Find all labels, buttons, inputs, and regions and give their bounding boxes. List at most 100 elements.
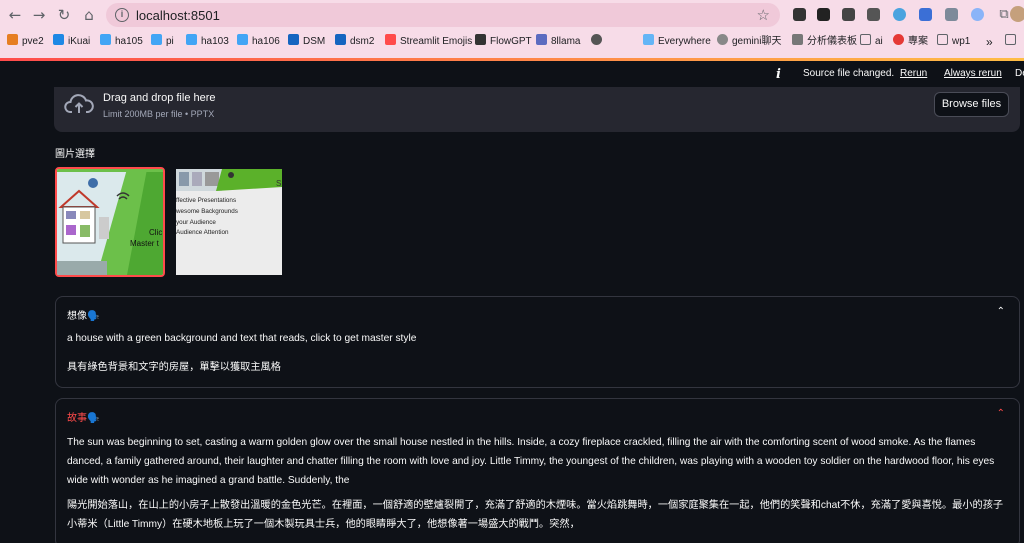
status-message: Source file changed. bbox=[803, 68, 895, 79]
bookmark-item[interactable] bbox=[591, 34, 606, 50]
home-icon[interactable]: ⌂ bbox=[78, 5, 100, 25]
thumb-text: ffective Presentations bbox=[176, 197, 237, 204]
bookmark-star-icon[interactable]: ☆ bbox=[757, 6, 770, 24]
bookmark-item[interactable]: DSM bbox=[288, 34, 325, 50]
profile-avatar[interactable] bbox=[1010, 6, 1024, 22]
expander-title[interactable]: 故事🗣️ bbox=[67, 409, 99, 424]
bookmark-item[interactable]: dsm2 bbox=[335, 34, 374, 50]
bookmark-label: ai bbox=[875, 36, 883, 47]
bookmark-label: 專案 bbox=[908, 36, 928, 47]
image-option-selected[interactable]: Clic Master t bbox=[55, 167, 165, 277]
bookmark-label: ha106 bbox=[252, 36, 280, 47]
bookmark-label: wp1 bbox=[952, 36, 971, 47]
story-english: The sun was beginning to set, casting a … bbox=[67, 437, 995, 486]
bookmark-item[interactable]: iKuai bbox=[53, 34, 90, 50]
extension-icon[interactable] bbox=[945, 8, 958, 21]
bookmark-item[interactable]: Everywhere bbox=[643, 34, 711, 50]
bookmark-label: pi bbox=[166, 36, 174, 47]
extension-icon[interactable] bbox=[793, 8, 806, 21]
extension-icon[interactable] bbox=[893, 8, 906, 21]
bookmark-favicon-icon bbox=[288, 34, 299, 45]
bookmark-folder[interactable]: wp1 bbox=[937, 34, 970, 50]
back-icon[interactable]: ← bbox=[4, 5, 26, 25]
bookmark-favicon-icon bbox=[536, 34, 547, 45]
bookmark-item[interactable]: ha106 bbox=[237, 34, 280, 50]
image-option[interactable]: S ffective Presentations wesome Backgrou… bbox=[176, 169, 282, 275]
bookmark-favicon-icon bbox=[475, 34, 486, 45]
bookmark-item[interactable]: 分析儀表板 bbox=[792, 34, 857, 50]
bookmark-item[interactable]: pi bbox=[151, 34, 174, 50]
chevron-up-icon[interactable]: ⌃ bbox=[997, 306, 1005, 317]
expander-title[interactable]: 想像🗣️ bbox=[67, 307, 99, 322]
bookmarks-overflow-icon[interactable]: » bbox=[986, 34, 993, 50]
url-text: localhost:8501 bbox=[136, 8, 220, 23]
app-toolbar: i Source file changed. Rerun Always reru… bbox=[0, 61, 1024, 87]
folder-icon bbox=[937, 34, 948, 45]
uploader-limit: Limit 200MB per file • PPTX bbox=[103, 109, 215, 119]
bookmark-item[interactable]: gemini聊天 bbox=[717, 34, 781, 50]
rerun-button[interactable]: Rerun bbox=[900, 68, 927, 79]
extension-icon[interactable] bbox=[971, 8, 984, 21]
bookmark-favicon-icon bbox=[643, 34, 654, 45]
thumb-text: wesome Backgrounds bbox=[176, 208, 238, 215]
chevron-up-icon[interactable]: ⌃ bbox=[997, 408, 1005, 419]
bookmark-favicon-icon bbox=[717, 34, 728, 45]
site-info-icon[interactable]: i bbox=[115, 8, 129, 22]
bookmark-label: ha103 bbox=[201, 36, 229, 47]
nav-row: ← → ↻ ⌂ i localhost:8501 ☆ ⧉ bbox=[0, 0, 1024, 30]
bookmark-favicon-icon bbox=[591, 34, 602, 45]
bookmark-favicon-icon bbox=[792, 34, 803, 45]
story-chinese: 陽光開始落山，在山上的小房子上散發出溫暖的金色光芒。在裡面，一個舒適的壁爐裂開了… bbox=[67, 500, 1004, 530]
bookmark-folder[interactable]: ai bbox=[860, 34, 883, 50]
bookmark-label: FlowGPT bbox=[490, 36, 532, 47]
bookmark-label: pve2 bbox=[22, 36, 44, 47]
image-select-label: 圖片選擇 bbox=[55, 149, 95, 160]
expander-story: 故事🗣️ ⌃ The sun was beginning to set, cas… bbox=[55, 398, 1020, 543]
slide-thumbnail-house bbox=[57, 169, 163, 275]
browse-files-button[interactable]: Browse files bbox=[934, 92, 1009, 117]
bookmark-label: 分析儀表板 bbox=[807, 36, 857, 47]
bookmark-label: ha105 bbox=[115, 36, 143, 47]
thumb-text: your Audience bbox=[176, 219, 216, 226]
caption-chinese: 具有綠色背景和文字的房屋，單擊以獲取主風格 bbox=[67, 362, 281, 373]
extension-icon[interactable] bbox=[919, 8, 932, 21]
extension-icon[interactable] bbox=[817, 8, 830, 21]
bookmark-item[interactable]: Streamlit Emojis bbox=[385, 34, 472, 50]
bookmark-label: Streamlit Emojis bbox=[400, 36, 473, 47]
bookmark-favicon-icon bbox=[100, 34, 111, 45]
caption-english: a house with a green background and text… bbox=[67, 333, 417, 344]
bookmark-favicon-icon bbox=[7, 34, 18, 45]
all-bookmarks-folder[interactable] bbox=[1005, 34, 1020, 50]
address-bar[interactable]: i localhost:8501 ☆ bbox=[106, 3, 780, 27]
bookmark-label: 8llama bbox=[551, 36, 581, 47]
bookmark-item[interactable]: 8llama bbox=[536, 34, 580, 50]
file-uploader-dropzone[interactable]: Drag and drop file here Limit 200MB per … bbox=[54, 87, 1020, 132]
info-icon: i bbox=[776, 67, 781, 82]
extension-icon[interactable] bbox=[842, 8, 855, 21]
thumb-text: Clic bbox=[149, 228, 163, 237]
always-rerun-button[interactable]: Always rerun bbox=[944, 68, 1002, 79]
thumb-text: S bbox=[276, 179, 282, 188]
folder-icon bbox=[1005, 34, 1016, 45]
forward-icon[interactable]: → bbox=[28, 5, 50, 25]
bookmark-item[interactable]: pve2 bbox=[7, 34, 44, 50]
uploader-title: Drag and drop file here bbox=[103, 92, 216, 104]
bookmark-favicon-icon bbox=[53, 34, 64, 45]
thumb-text: Master t bbox=[130, 239, 159, 248]
deploy-button[interactable]: De bbox=[1015, 68, 1024, 79]
browser-chrome: ← → ↻ ⌂ i localhost:8501 ☆ ⧉ pve2 iKuai … bbox=[0, 0, 1024, 58]
bookmark-label: DSM bbox=[303, 36, 326, 47]
bookmark-item[interactable]: 專案 bbox=[893, 34, 928, 50]
bookmark-label: iKuai bbox=[68, 36, 91, 47]
bookmark-favicon-icon bbox=[893, 34, 904, 45]
bookmark-item[interactable]: ha105 bbox=[100, 34, 143, 50]
cloud-upload-icon bbox=[64, 94, 94, 113]
reload-icon[interactable]: ↻ bbox=[53, 5, 75, 25]
bookmark-favicon-icon bbox=[335, 34, 346, 45]
expander-imagine: 想像🗣️ ⌃ a house with a green background a… bbox=[55, 296, 1020, 388]
bookmark-label: gemini聊天 bbox=[732, 36, 782, 47]
extension-icon[interactable] bbox=[867, 8, 880, 21]
bookmark-item[interactable]: ha103 bbox=[186, 34, 229, 50]
bookmark-favicon-icon bbox=[151, 34, 162, 45]
bookmark-item[interactable]: FlowGPT bbox=[475, 34, 532, 50]
